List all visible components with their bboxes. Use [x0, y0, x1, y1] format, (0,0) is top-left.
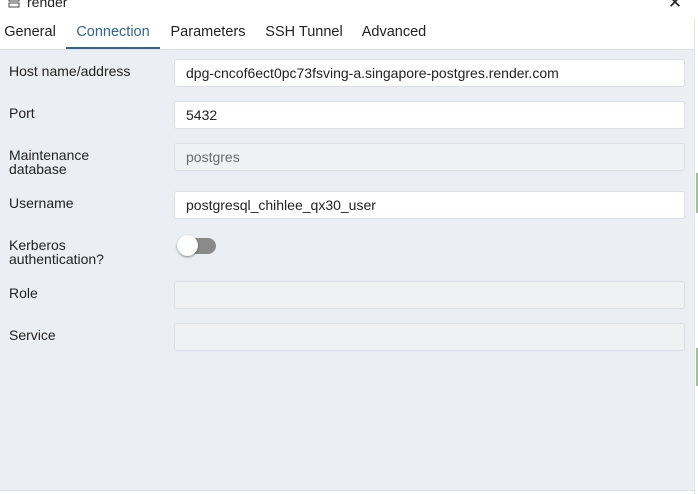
tab-general[interactable]: General — [0, 18, 60, 49]
role-input[interactable] — [174, 281, 685, 309]
service-input[interactable] — [174, 323, 685, 351]
maintenance-db-input: postgres — [174, 143, 685, 171]
maintenance-db-label-line1: Maintenance — [9, 147, 90, 163]
host-label: Host name/address — [9, 63, 131, 79]
kerberos-label-line1: Kerberos — [9, 237, 66, 253]
tab-bar: General Connection Parameters SSH Tunnel… — [0, 18, 694, 50]
port-label: Port — [9, 105, 35, 121]
tab-advanced[interactable]: Advanced — [355, 18, 433, 49]
tab-connection[interactable]: Connection — [66, 18, 160, 49]
username-label: Username — [9, 195, 74, 211]
username-input[interactable]: postgresql_chihlee_qx30_user — [174, 191, 685, 219]
server-group-icon — [8, 0, 20, 8]
toggle-knob — [177, 235, 198, 256]
port-input[interactable]: 5432 — [174, 101, 685, 129]
kerberos-toggle[interactable] — [177, 235, 216, 256]
host-input[interactable]: dpg-cncof6ect0pc73fsving-a.singapore-pos… — [174, 59, 685, 87]
service-label: Service — [9, 327, 56, 343]
maintenance-db-label: Maintenance database — [9, 148, 89, 176]
close-icon: ✕ — [667, 0, 683, 12]
dialog-title: render — [27, 0, 68, 10]
kerberos-label-line2: authentication? — [9, 251, 104, 267]
footer-divider — [0, 490, 694, 491]
role-label: Role — [9, 285, 38, 301]
tab-ssh-tunnel[interactable]: SSH Tunnel — [259, 18, 349, 49]
close-button[interactable]: ✕ — [666, 0, 684, 12]
tab-parameters[interactable]: Parameters — [163, 18, 253, 49]
dialog-titlebar: render ✕ — [0, 0, 698, 18]
maintenance-db-label-line2: database — [9, 161, 67, 177]
scrollbar-edge[interactable] — [694, 18, 698, 494]
kerberos-label: Kerberos authentication? — [9, 238, 104, 266]
